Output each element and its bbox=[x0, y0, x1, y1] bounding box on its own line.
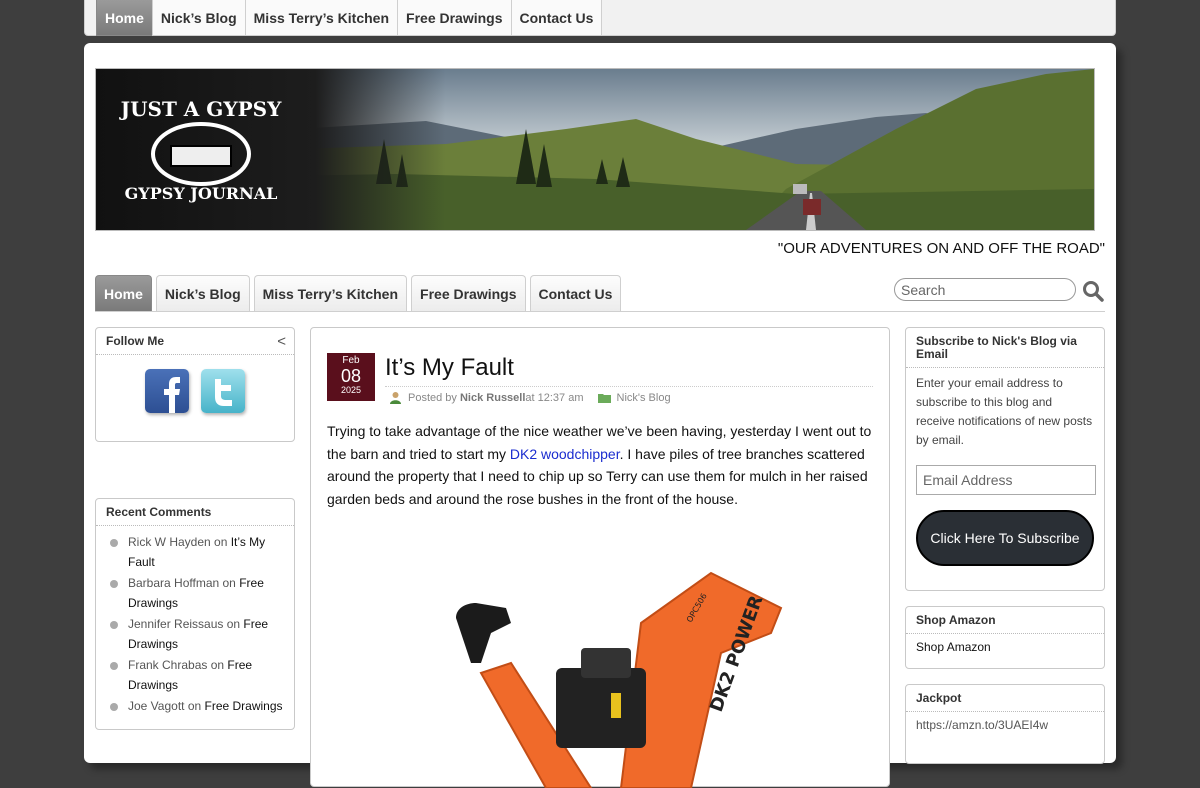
date-badge: Feb 08 2025 bbox=[327, 353, 375, 401]
follow-me-title: Follow Me < bbox=[96, 328, 294, 355]
comment-author[interactable]: Jennifer Reissaus bbox=[128, 617, 223, 631]
comment-author[interactable]: Joe Vagott bbox=[128, 699, 184, 713]
meta-prefix: Posted by bbox=[408, 391, 457, 404]
list-item: Joe Vagott on Free Drawings bbox=[108, 696, 286, 716]
subscribe-button[interactable]: Click Here To Subscribe bbox=[916, 510, 1094, 566]
recent-comments-widget: Recent Comments Rick W Hayden on It’s My… bbox=[95, 498, 295, 730]
header-banner[interactable]: JUST A GYPSY GYPSY JOURNAL bbox=[95, 68, 1095, 231]
woodchipper-image: DK2 POWER OPC506 bbox=[456, 571, 783, 788]
post-time: at 12:37 am bbox=[525, 391, 584, 404]
jackpot-link[interactable]: https://amzn.to/3UAEI4w bbox=[906, 712, 1104, 738]
page-container: JUST A GYPSY GYPSY JOURNAL "OUR ADVENTUR… bbox=[84, 43, 1116, 788]
shop-amazon-title: Shop Amazon bbox=[906, 607, 1104, 634]
recent-comments-title: Recent Comments bbox=[96, 499, 294, 526]
comment-on: on bbox=[207, 658, 228, 672]
post-day: 08 bbox=[340, 366, 362, 386]
post-meta: Posted by Nick Russell at 12:37 am Nick'… bbox=[389, 391, 671, 404]
menu-divider bbox=[95, 311, 1105, 312]
post-title[interactable]: It’s My Fault bbox=[385, 354, 514, 382]
top-navigation-bar: Home Nick’s Blog Miss Terry’s Kitchen Fr… bbox=[84, 0, 1116, 36]
subscribe-widget: Subscribe to Nick's Blog via Email Enter… bbox=[905, 327, 1105, 591]
main-menu: Home Nick’s Blog Miss Terry’s Kitchen Fr… bbox=[95, 275, 625, 311]
subscribe-description: Enter your email address to subscribe to… bbox=[916, 376, 1093, 447]
recent-comments-list: Rick W Hayden on It’s My Fault Barbara H… bbox=[96, 526, 294, 716]
subscribe-title: Subscribe to Nick's Blog via Email bbox=[906, 328, 1104, 368]
post-category[interactable]: Nick's Blog bbox=[617, 392, 671, 404]
list-item: Barbara Hoffman on Free Drawings bbox=[108, 573, 286, 613]
author-icon bbox=[390, 392, 401, 404]
post-body: Trying to take advantage of the nice wea… bbox=[327, 420, 877, 510]
jackpot-widget: Jackpot https://amzn.to/3UAEI4w bbox=[905, 684, 1105, 764]
main-nav-free-drawings[interactable]: Free Drawings bbox=[411, 275, 526, 311]
facebook-icon[interactable] bbox=[145, 369, 189, 413]
twitter-icon[interactable] bbox=[201, 369, 245, 413]
search-input[interactable] bbox=[894, 278, 1076, 301]
top-nav-free-drawings[interactable]: Free Drawings bbox=[397, 0, 512, 36]
top-nav-miss-terrys-kitchen[interactable]: Miss Terry’s Kitchen bbox=[244, 0, 399, 36]
list-item: Jennifer Reissaus on Free Drawings bbox=[108, 614, 286, 654]
main-nav-home[interactable]: Home bbox=[95, 275, 152, 311]
comment-author[interactable]: Frank Chrabas bbox=[128, 658, 207, 672]
site-tagline: "OUR ADVENTURES ON AND OFF THE ROAD" bbox=[777, 240, 1105, 257]
comment-post-link[interactable]: Free Drawings bbox=[205, 699, 283, 713]
top-nav-contact-us[interactable]: Contact Us bbox=[510, 0, 603, 36]
main-nav-nicks-blog[interactable]: Nick’s Blog bbox=[155, 275, 250, 311]
comment-author[interactable]: Rick W Hayden bbox=[128, 535, 211, 549]
logo-bottom-text: GYPSY JOURNAL bbox=[125, 184, 278, 203]
main-nav-miss-terrys-kitchen[interactable]: Miss Terry’s Kitchen bbox=[253, 275, 408, 311]
woodchipper-link[interactable]: DK2 woodchipper bbox=[510, 446, 620, 462]
top-nav-home[interactable]: Home bbox=[96, 0, 153, 36]
comment-on: on bbox=[210, 535, 231, 549]
comment-on: on bbox=[219, 576, 240, 590]
post-author[interactable]: Nick Russell bbox=[460, 392, 525, 404]
collapse-icon[interactable]: < bbox=[277, 334, 286, 349]
blog-post: Feb 08 2025 It’s My Fault Posted by Nick… bbox=[310, 327, 890, 788]
comment-on: on bbox=[184, 699, 205, 713]
top-menu: Home Nick’s Blog Miss Terry’s Kitchen Fr… bbox=[96, 0, 603, 36]
shop-amazon-link[interactable]: Shop Amazon bbox=[906, 634, 1104, 660]
post-year: 2025 bbox=[340, 385, 362, 395]
jackpot-title: Jackpot bbox=[906, 685, 1104, 712]
top-nav-nicks-blog[interactable]: Nick’s Blog bbox=[151, 0, 246, 36]
search-icon[interactable] bbox=[1082, 280, 1104, 302]
email-field[interactable] bbox=[916, 465, 1096, 495]
main-nav-contact-us[interactable]: Contact Us bbox=[529, 275, 622, 311]
social-icons bbox=[96, 355, 294, 413]
landscape-image: JUST A GYPSY GYPSY JOURNAL bbox=[96, 69, 1094, 230]
list-item: Rick W Hayden on It’s My Fault bbox=[108, 532, 286, 572]
list-item: Frank Chrabas on Free Drawings bbox=[108, 655, 286, 695]
logo-top-text: JUST A GYPSY bbox=[119, 97, 283, 121]
shop-amazon-widget: Shop Amazon Shop Amazon bbox=[905, 606, 1105, 669]
title-divider bbox=[385, 386, 873, 388]
comment-on: on bbox=[223, 617, 244, 631]
follow-me-widget: Follow Me < bbox=[95, 327, 295, 442]
comment-author[interactable]: Barbara Hoffman bbox=[128, 576, 219, 590]
folder-icon bbox=[597, 394, 611, 403]
follow-me-title-text: Follow Me bbox=[106, 334, 164, 348]
